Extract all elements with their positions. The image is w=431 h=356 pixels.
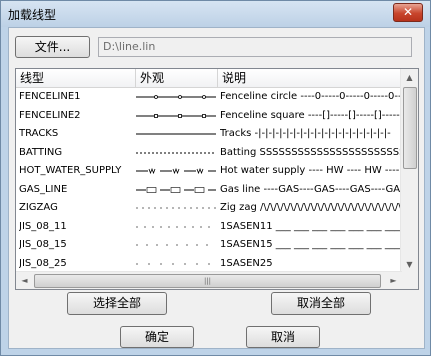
list-rows: FENCELINE1 Fenceline circle ----0-----0--… [16,88,402,273]
linetype-name: JIS_08_25 [19,257,67,269]
deselect-all-button[interactable]: 取消全部 [271,292,371,315]
linetype-preview-icon [136,199,216,217]
linetype-preview-icon [136,107,216,125]
linetype-preview-icon [136,162,216,180]
title-bar: 加载线型 ✕ [1,1,430,27]
close-button[interactable]: ✕ [393,3,423,22]
cancel-button[interactable]: 取消 [246,326,320,348]
table-row[interactable]: ZIGZAG Zig zag /\/\/\/\/\/\/\/\/\/\/\/\/\… [16,199,402,217]
dialog-body: 文件... D:\line.lin 线型 外观 说明 FENCELINE1 Fen… [8,27,425,349]
scroll-right-icon[interactable]: ► [385,272,402,289]
horizontal-scrollbar[interactable]: ◄ ||| ► [16,271,402,289]
linetype-name: HOT_WATER_SUPPLY [19,165,122,176]
linetype-preview-icon [136,236,216,254]
file-button[interactable]: 文件... [15,36,90,58]
horizontal-scroll-thumb[interactable]: ||| [34,274,381,288]
linetype-description: Tracks -|-|-|-|-|-|-|-|-|-|-|-|-|-|-|-|-… [220,128,391,139]
linetype-name: TRACKS [19,128,59,139]
linetype-preview-icon [136,88,216,106]
table-row[interactable]: FENCELINE1 Fenceline circle ----0-----0--… [16,88,402,106]
linetype-description: 1SASEN15 ___ ___ ___ ___ ___ ___ ___ ___ [220,239,402,250]
linetype-description: Batting SSSSSSSSSSSSSSSSSSSSSSSSSSSSSS [220,146,402,158]
vertical-scroll-thumb[interactable] [403,87,417,169]
linetype-name: ZIGZAG [19,202,58,213]
linetype-preview-icon [136,144,216,162]
linetype-list[interactable]: 线型 外观 说明 FENCELINE1 Fenceline circle ----… [15,68,419,290]
scrollbar-corner [401,272,418,289]
linetype-name: BATTING [19,146,63,158]
linetype-description: Fenceline square ----[]-----[]-----[]---… [220,109,402,121]
column-header-description[interactable]: 说明 [218,69,402,87]
scroll-left-icon[interactable]: ◄ [16,272,33,289]
file-path-field: D:\line.lin [98,37,412,57]
linetype-name: FENCELINE2 [19,109,81,121]
select-all-button[interactable]: 选择全部 [67,292,167,315]
linetype-preview-icon [136,218,216,236]
table-row[interactable]: GAS_LINE Gas line ----GAS----GAS----GAS--… [16,181,402,199]
linetype-description: Zig zag /\/\/\/\/\/\/\/\/\/\/\/\/\/\/\/\… [220,202,402,213]
table-row[interactable]: TRACKS Tracks -|-|-|-|-|-|-|-|-|-|-|-|-|-… [16,125,402,143]
scroll-up-icon[interactable]: ▲ [401,69,418,86]
vertical-scrollbar[interactable]: ▲ ▼ [400,69,418,273]
table-row[interactable]: JIS_08_25 1SASEN25 [16,255,402,273]
table-row[interactable]: JIS_08_11 1SASEN11 ___ ___ ___ ___ ___ __… [16,218,402,236]
table-row[interactable]: BATTING Batting SSSSSSSSSSSSSSSSSSSSSSSSS… [16,144,402,162]
linetype-name: FENCELINE1 [19,91,81,102]
column-header-linetype[interactable]: 线型 [16,69,136,87]
linetype-name: GAS_LINE [19,183,68,195]
scroll-down-icon[interactable]: ▼ [401,256,418,273]
linetype-name: JIS_08_11 [19,220,67,232]
linetype-preview-icon [136,255,216,273]
linetype-preview-icon [136,181,216,199]
linetype-description: Fenceline circle ----0-----0-----0-----0… [220,91,402,102]
linetype-description: 1SASEN25 [220,257,273,269]
linetype-name: JIS_08_15 [19,239,67,250]
column-header-appearance[interactable]: 外观 [136,69,218,87]
linetype-description: 1SASEN11 ___ ___ ___ ___ ___ ___ ___ ___ [220,220,402,232]
list-header: 线型 外观 说明 [16,69,402,88]
table-row[interactable]: FENCELINE2 Fenceline square ----[]-----[]… [16,107,402,125]
linetype-description: Hot water supply ---- HW ---- HW ---- HW… [220,165,402,176]
linetype-description: Gas line ----GAS----GAS----GAS----GAS---… [220,183,402,195]
load-linetype-dialog: 加载线型 ✕ 文件... D:\line.lin 线型 外观 说明 FENCEL… [0,0,431,356]
linetype-preview-icon [136,125,216,143]
table-row[interactable]: HOT_WATER_SUPPLY Hot water supply ---- HW… [16,162,402,180]
dialog-title: 加载线型 [8,8,57,22]
ok-button[interactable]: 确定 [120,326,194,348]
table-row[interactable]: JIS_08_15 1SASEN15 ___ ___ ___ ___ ___ __… [16,236,402,254]
